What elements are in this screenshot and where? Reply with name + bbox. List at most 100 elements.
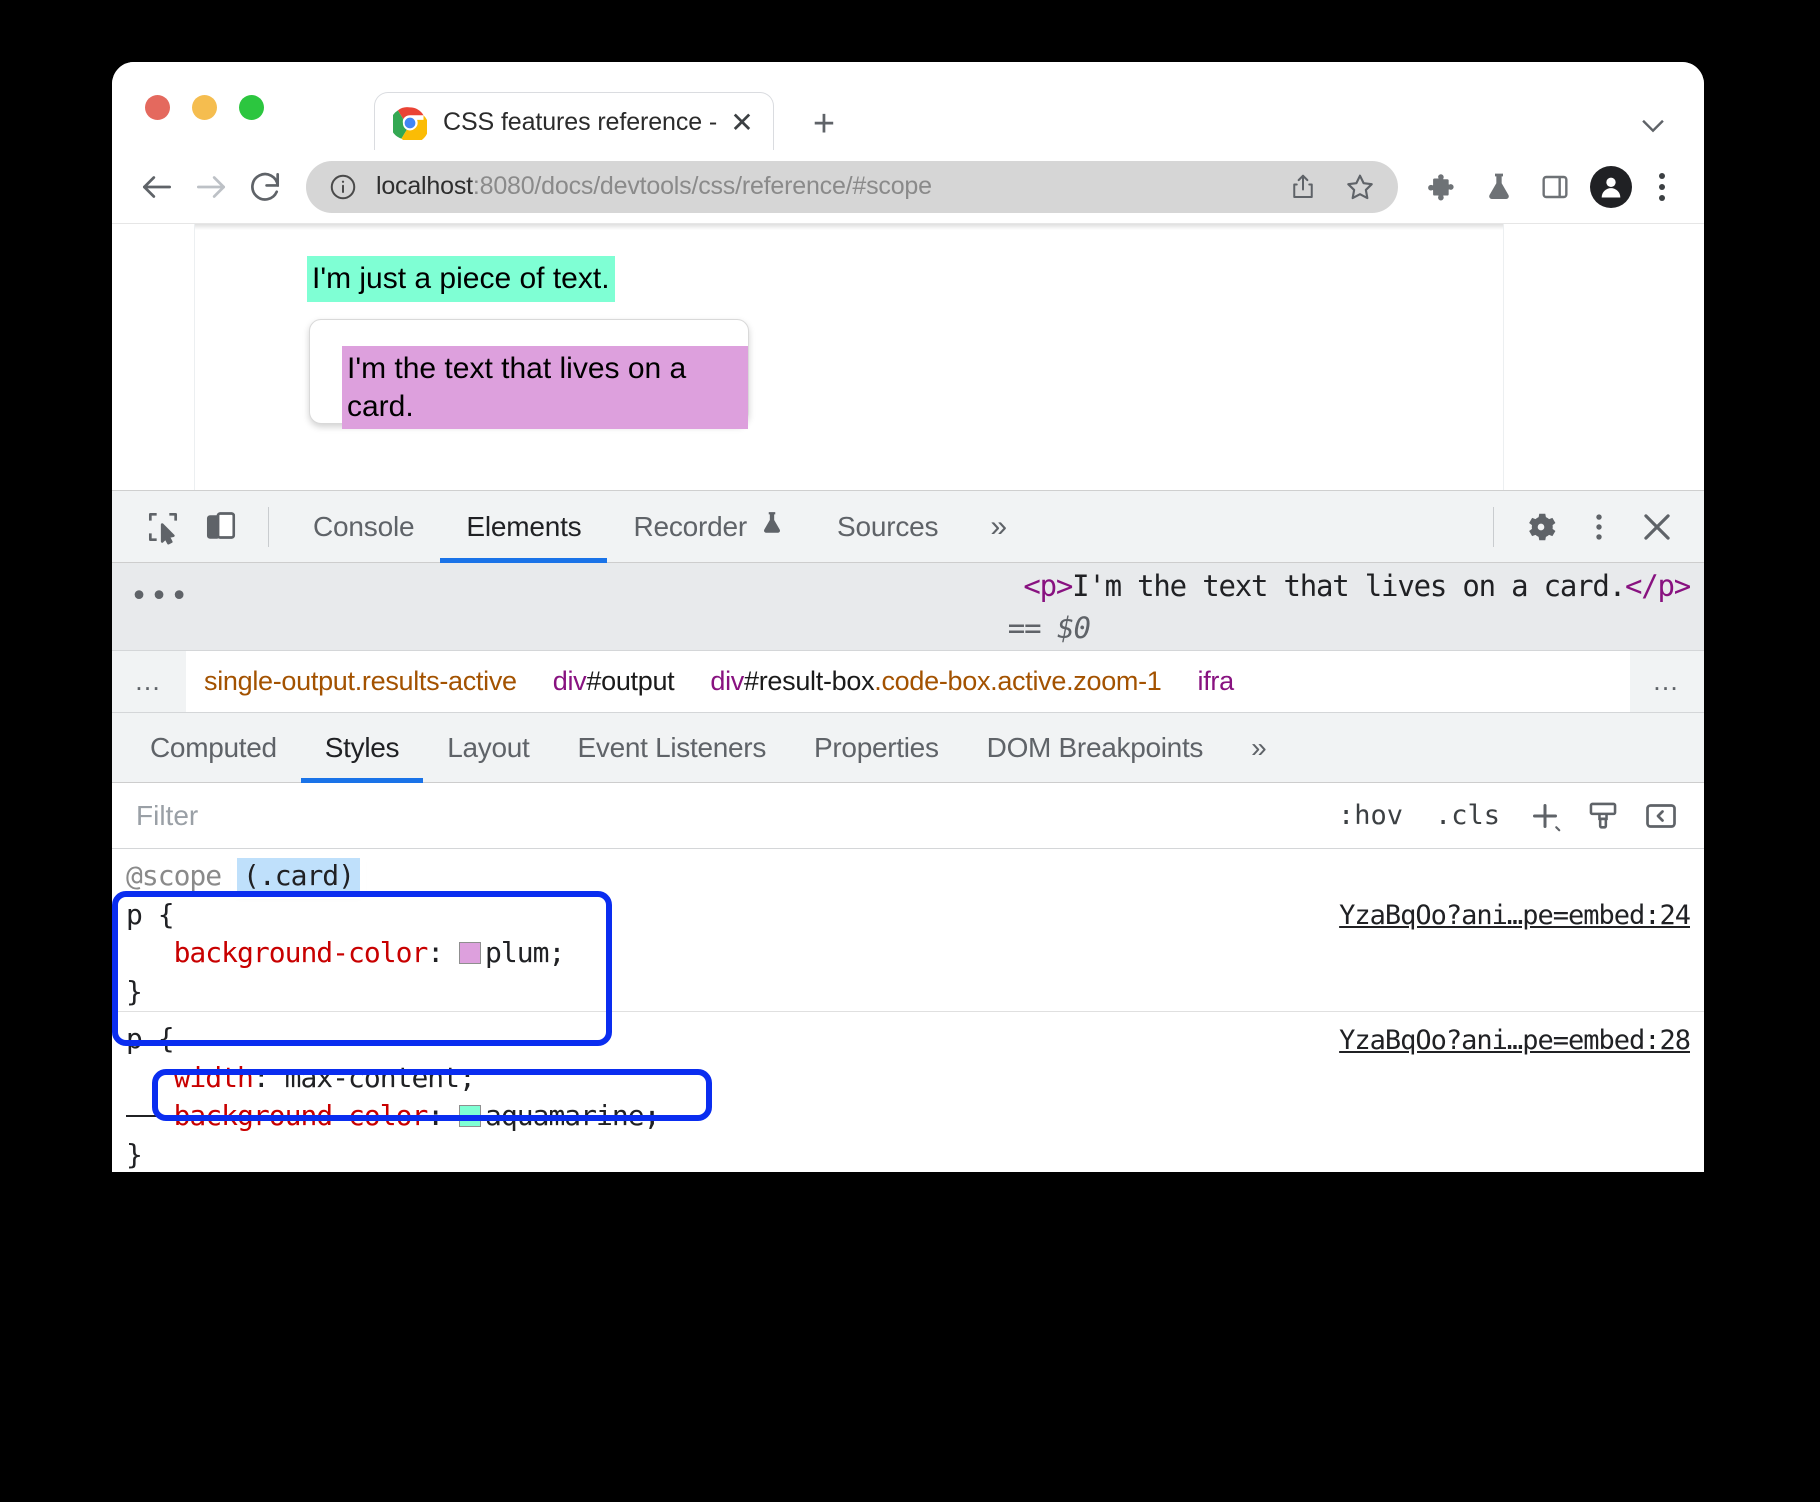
pane-tab-event-listeners[interactable]: Event Listeners: [554, 713, 791, 783]
dom-tree-row[interactable]: ••• <p>I'm the text that lives on a card…: [112, 563, 1704, 651]
inspect-cursor-icon[interactable]: [134, 498, 192, 556]
css-property-value[interactable]: plum: [485, 936, 548, 969]
page-content: I'm just a piece of text. I'm the text t…: [194, 224, 1504, 490]
pane-tabs-more-button[interactable]: »: [1227, 713, 1290, 783]
tab-sources-label: Sources: [837, 511, 938, 543]
pane-tabs-more-label: »: [1251, 732, 1266, 764]
css-property-name[interactable]: background-color: [174, 936, 428, 969]
browser-toolbar: localhost:8080/docs/devtools/css/referen…: [112, 150, 1704, 224]
paintbrush-icon[interactable]: [1574, 787, 1632, 845]
pane-tab-properties[interactable]: Properties: [790, 713, 963, 783]
devtools-more-icon[interactable]: [1570, 498, 1628, 556]
css-declaration-1-0[interactable]: width: max-content;: [126, 1059, 1704, 1098]
scope-selector-value[interactable]: (.card): [237, 858, 360, 893]
css-declaration-1-1[interactable]: background-color: aquamarine;: [126, 1097, 1704, 1136]
close-window-button[interactable]: [145, 95, 170, 120]
pane-tab-styles-label: Styles: [325, 732, 399, 764]
url-host: localhost: [376, 172, 473, 200]
css-property-name[interactable]: background-color: [174, 1099, 428, 1132]
info-circle-icon[interactable]: [328, 172, 358, 202]
css-property-name[interactable]: width: [174, 1061, 253, 1094]
pane-tab-computed-label: Computed: [150, 732, 277, 764]
outer-frame: CSS features reference - Chrom ✕ +: [0, 0, 1820, 1502]
css-rule-source-link-1[interactable]: YzaBqOo?ani…pe=embed:28: [1339, 1022, 1690, 1059]
browser-window: CSS features reference - Chrom ✕ +: [112, 62, 1704, 1172]
hov-button[interactable]: :hov: [1322, 800, 1419, 831]
plain-text-paragraph: I'm just a piece of text.: [307, 256, 615, 302]
tab-console[interactable]: Console: [287, 491, 440, 563]
pane-tab-dom-breakpoints[interactable]: DOM Breakpoints: [963, 713, 1227, 783]
color-swatch[interactable]: [459, 942, 481, 964]
close-tab-button[interactable]: ✕: [725, 106, 759, 140]
filter-input[interactable]: [134, 799, 1322, 833]
css-declaration-0-0[interactable]: background-color: plum;: [126, 934, 1704, 973]
card-element: I'm the text that lives on a card.: [309, 319, 749, 424]
plus-icon[interactable]: [1516, 787, 1574, 845]
pane-tab-layout[interactable]: Layout: [423, 713, 553, 783]
color-swatch[interactable]: [459, 1105, 481, 1127]
toggle-sidebar-icon[interactable]: [1632, 787, 1690, 845]
flask-icon[interactable]: [1474, 161, 1524, 213]
more-tabs-label: »: [990, 510, 1007, 544]
more-tabs-button[interactable]: »: [964, 491, 1033, 563]
toolbar-divider-right: [1493, 507, 1494, 547]
breadcrumb-item-2[interactable]: div#result-box.code-box.active.zoom-1: [692, 666, 1179, 697]
dom-ellipsis[interactable]: •••: [130, 579, 190, 614]
breadcrumb-left-ellipsis[interactable]: …: [112, 651, 186, 713]
pane-tab-styles[interactable]: Styles: [301, 713, 423, 783]
forward-button[interactable]: [184, 160, 238, 214]
devtools-toolbar: Console Elements Recorder Sources: [112, 491, 1704, 563]
css-rule-scope[interactable]: YzaBqOo?ani…pe=embed:24 @scope (.card) p…: [112, 849, 1704, 1012]
tab-recorder-label: Recorder: [633, 511, 747, 543]
puzzle-piece-icon[interactable]: [1418, 161, 1468, 213]
gear-icon[interactable]: [1512, 498, 1570, 556]
devtools-toolbar-right: [1475, 498, 1704, 556]
tab-title: CSS features reference - Chrom: [443, 108, 725, 137]
reload-button[interactable]: [238, 160, 292, 214]
cls-button[interactable]: .cls: [1419, 800, 1516, 831]
dom-text: I'm the text that lives on a card.: [1072, 569, 1625, 603]
kebab-menu-icon[interactable]: [1642, 173, 1682, 201]
sidebar-pane-tabs: Computed Styles Layout Event Listeners P…: [112, 713, 1704, 783]
dom-open-tag: <p>: [1023, 569, 1072, 603]
share-icon[interactable]: [1288, 171, 1318, 203]
device-toolbar-icon[interactable]: [192, 498, 250, 556]
side-panel-icon[interactable]: [1530, 161, 1580, 213]
window-controls: [145, 95, 264, 120]
pane-tab-layout-label: Layout: [447, 732, 529, 764]
browser-tab[interactable]: CSS features reference - Chrom ✕: [374, 92, 774, 152]
dom-node-code: <p>I'm the text that lives on a card.</p…: [1023, 569, 1690, 603]
avatar-icon[interactable]: [1590, 166, 1632, 208]
flask-icon: [759, 509, 785, 544]
tab-elements[interactable]: Elements: [440, 491, 607, 563]
close-icon[interactable]: [1628, 498, 1686, 556]
pane-tab-event-listeners-label: Event Listeners: [578, 732, 767, 764]
tab-sources[interactable]: Sources: [811, 491, 964, 563]
minimize-window-button[interactable]: [192, 95, 217, 120]
tab-recorder[interactable]: Recorder: [607, 491, 811, 563]
maximize-window-button[interactable]: [239, 95, 264, 120]
pane-tab-computed[interactable]: Computed: [126, 713, 301, 783]
css-property-value[interactable]: max-content: [285, 1061, 459, 1094]
address-bar[interactable]: localhost:8080/docs/devtools/css/referen…: [306, 161, 1398, 213]
breadcrumb-right-ellipsis[interactable]: …: [1630, 651, 1704, 713]
breadcrumb-item-0[interactable]: single-output.results-active: [186, 666, 535, 697]
dom-selected-ref: == $0: [1008, 611, 1090, 645]
css-rule-p[interactable]: YzaBqOo?ani…pe=embed:28 p { width: max-c…: [112, 1012, 1704, 1172]
pane-tab-dom-breakpoints-label: DOM Breakpoints: [987, 732, 1203, 764]
chevron-down-icon[interactable]: [1636, 108, 1670, 147]
css-rule-source-link-0[interactable]: YzaBqOo?ani…pe=embed:24: [1339, 897, 1690, 934]
breadcrumb-item-1[interactable]: div#output: [535, 666, 693, 697]
breadcrumb-item-2-element: div: [710, 666, 744, 696]
new-tab-button[interactable]: +: [802, 102, 846, 146]
dom-dollar-zero: $0: [1057, 611, 1090, 645]
card-paragraph: I'm the text that lives on a card.: [342, 346, 748, 429]
breadcrumb-item-3[interactable]: ifra: [1180, 666, 1252, 697]
breadcrumb-item-1-id: #output: [586, 666, 674, 696]
breadcrumb: … single-output.results-active div#outpu…: [112, 651, 1704, 713]
css-rule-0-at-rule: @scope (.card): [126, 857, 1704, 896]
css-property-value[interactable]: aquamarine: [485, 1099, 644, 1132]
breadcrumb-item-1-element: div: [553, 666, 587, 696]
star-icon[interactable]: [1344, 171, 1376, 203]
back-button[interactable]: [130, 160, 184, 214]
